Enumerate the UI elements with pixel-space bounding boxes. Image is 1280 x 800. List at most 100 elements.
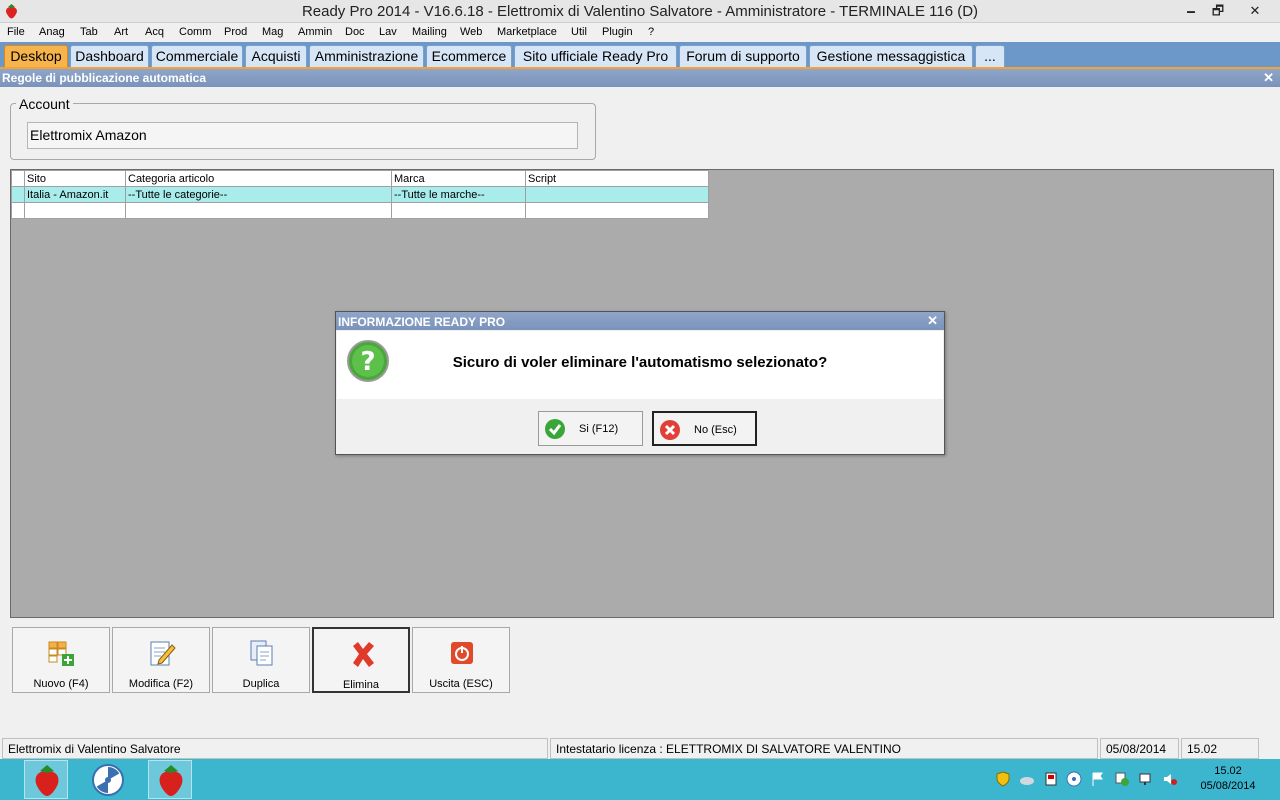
cancel-icon <box>660 420 680 440</box>
tab-desktop[interactable]: Desktop <box>4 45 68 67</box>
status-time: 15.02 <box>1181 738 1259 759</box>
new-label: Nuovo (F4) <box>33 678 89 690</box>
tab-amministrazione[interactable]: Amministrazione <box>309 45 424 67</box>
volume-muted-icon[interactable] <box>1162 771 1178 787</box>
duplicate-icon <box>250 640 273 666</box>
cell-marca[interactable]: --Tutte le marche-- <box>391 186 526 203</box>
tab-strip: Desktop Dashboard Commerciale Acquisti A… <box>0 42 1280 69</box>
title-bar: Ready Pro 2014 - V16.6.18 - Elettromix d… <box>0 0 1280 23</box>
cell-script[interactable] <box>525 202 709 219</box>
edit-label: Modifica (F2) <box>128 678 194 690</box>
dialog-message: Sicuro di voler eliminare l'automatismo … <box>452 354 828 371</box>
menu-plugin[interactable]: Plugin <box>602 26 633 38</box>
status-company: Elettromix di Valentino Salvatore <box>2 738 548 759</box>
menu-tab[interactable]: Tab <box>80 26 98 38</box>
new-grid-icon <box>48 641 74 666</box>
menu-marketplace[interactable]: Marketplace <box>497 26 557 38</box>
cell-script[interactable] <box>525 186 709 203</box>
menu-acq[interactable]: Acq <box>145 26 164 38</box>
taskbar-readypro-app-2[interactable] <box>148 760 192 799</box>
cell-sito[interactable]: Italia - Amazon.it <box>24 186 126 203</box>
tab-ecommerce[interactable]: Ecommerce <box>426 45 512 67</box>
yes-button[interactable]: Si (F12) <box>538 411 643 446</box>
dialog-close-icon[interactable]: ✕ <box>927 313 938 329</box>
menu-web[interactable]: Web <box>460 26 482 38</box>
tab-forum[interactable]: Forum di supporto <box>679 45 807 67</box>
cell-sito[interactable] <box>24 202 126 219</box>
tab-commerciale[interactable]: Commerciale <box>151 45 243 67</box>
taskbar: 15.02 05/08/2014 <box>0 759 1280 800</box>
taskbar-clock[interactable]: 15.02 05/08/2014 <box>1190 764 1266 794</box>
network-cloud-icon[interactable] <box>1019 771 1035 787</box>
strawberry-icon <box>35 765 59 796</box>
panel-title: Regole di pubblicazione automatica <box>2 71 207 85</box>
power-icon <box>451 642 473 664</box>
tab-sito-ufficiale[interactable]: Sito ufficiale Ready Pro <box>514 45 677 67</box>
edit-button[interactable]: Modifica (F2) <box>112 627 210 693</box>
close-button[interactable]: ✕ <box>1232 0 1278 21</box>
clock-date: 05/08/2014 <box>1200 780 1256 792</box>
minimize-button[interactable]: 🗕 <box>1178 0 1204 21</box>
taskbar-readypro-app[interactable] <box>24 760 68 799</box>
duplicate-label: Duplica <box>242 678 280 690</box>
grid-header-marca[interactable]: Marca <box>391 170 526 187</box>
network-icon[interactable] <box>1138 771 1154 787</box>
clock-time: 15.02 <box>1214 765 1242 777</box>
exit-button[interactable]: Uscita (ESC) <box>412 627 510 693</box>
taskbar-radiation-app[interactable] <box>86 760 130 799</box>
radiation-icon <box>92 764 124 796</box>
panel-caption: Regole di pubblicazione automatica ✕ <box>0 69 1280 87</box>
menu-prod[interactable]: Prod <box>224 26 247 38</box>
menu-util[interactable]: Util <box>571 26 587 38</box>
table-row[interactable]: Italia - Amazon.it --Tutte le categorie-… <box>11 186 709 203</box>
tab-more[interactable]: ... <box>975 45 1005 67</box>
usb-icon[interactable] <box>1043 771 1059 787</box>
account-field[interactable]: Elettromix Amazon <box>27 122 578 149</box>
cell-categoria[interactable] <box>125 202 392 219</box>
table-row[interactable] <box>11 202 709 219</box>
new-button[interactable]: Nuovo (F4) <box>12 627 110 693</box>
panel-close-icon[interactable]: ✕ <box>1263 70 1274 86</box>
restore-button[interactable]: 🗗 <box>1205 0 1231 21</box>
menu-ammin[interactable]: Ammin <box>298 26 332 38</box>
radiation-small-icon[interactable] <box>1066 771 1082 787</box>
row-indicator <box>11 202 25 219</box>
rules-grid: Sito Categoria articolo Marca Script Ita… <box>11 170 709 219</box>
delete-label: Elimina <box>342 679 380 691</box>
cell-categoria[interactable]: --Tutte le categorie-- <box>125 186 392 203</box>
menu-anag[interactable]: Anag <box>39 26 65 38</box>
menu-art[interactable]: Art <box>114 26 128 38</box>
menu-mailing[interactable]: Mailing <box>412 26 447 38</box>
menu-lav[interactable]: Lav <box>379 26 397 38</box>
account-legend: Account <box>16 96 73 112</box>
dialog-body: ? Sicuro di voler eliminare l'automatism… <box>337 331 943 399</box>
status-license: Intestatario licenza : ELETTROMIX DI SAL… <box>550 738 1098 759</box>
row-indicator <box>11 186 25 203</box>
duplicate-button[interactable]: Duplica <box>212 627 310 693</box>
menu-comm[interactable]: Comm <box>179 26 211 38</box>
window-title: Ready Pro 2014 - V16.6.18 - Elettromix d… <box>301 3 979 20</box>
delete-x-icon <box>353 642 374 667</box>
shield-icon[interactable] <box>995 771 1011 787</box>
grid-header-sito[interactable]: Sito <box>24 170 126 187</box>
delete-button[interactable]: Elimina <box>312 627 410 693</box>
menu-mag[interactable]: Mag <box>262 26 283 38</box>
no-button[interactable]: No (Esc) <box>652 411 757 446</box>
update-check-icon[interactable] <box>1114 771 1130 787</box>
no-label: No (Esc) <box>694 424 737 436</box>
grid-header-categoria[interactable]: Categoria articolo <box>125 170 392 187</box>
menu-help[interactable]: ? <box>648 26 654 38</box>
confirm-dialog: INFORMAZIONE READY PRO ✕ ? Sicuro di vol… <box>335 311 945 455</box>
tab-gestione-messaggistica[interactable]: Gestione messaggistica <box>809 45 973 67</box>
tab-dashboard[interactable]: Dashboard <box>70 45 149 67</box>
check-icon <box>545 419 565 439</box>
grid-header-script[interactable]: Script <box>525 170 709 187</box>
flag-icon[interactable] <box>1090 771 1106 787</box>
status-date: 05/08/2014 <box>1100 738 1179 759</box>
menu-doc[interactable]: Doc <box>345 26 365 38</box>
tab-acquisti[interactable]: Acquisti <box>245 45 307 67</box>
yes-label: Si (F12) <box>579 423 619 435</box>
grid-header-row: Sito Categoria articolo Marca Script <box>11 170 709 187</box>
cell-marca[interactable] <box>391 202 526 219</box>
menu-file[interactable]: File <box>7 26 25 38</box>
